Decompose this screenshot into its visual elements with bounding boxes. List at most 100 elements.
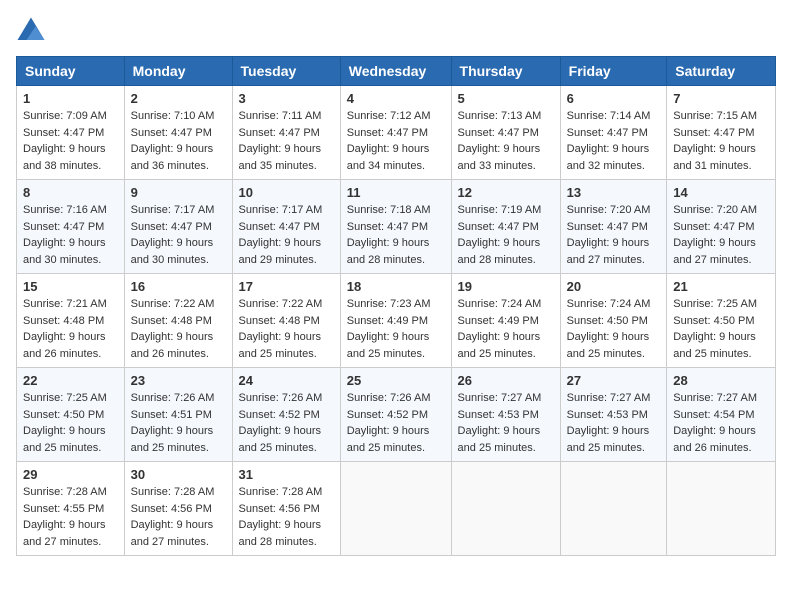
day-number: 15 [23, 279, 118, 294]
day-number: 3 [239, 91, 334, 106]
calendar-cell: 2 Sunrise: 7:10 AM Sunset: 4:47 PM Dayli… [124, 86, 232, 180]
day-number: 5 [458, 91, 554, 106]
day-number: 19 [458, 279, 554, 294]
day-info: Sunrise: 7:28 AM Sunset: 4:56 PM Dayligh… [239, 484, 334, 550]
day-number: 1 [23, 91, 118, 106]
calendar-cell: 21 Sunrise: 7:25 AM Sunset: 4:50 PM Dayl… [667, 274, 776, 368]
day-info: Sunrise: 7:24 AM Sunset: 4:50 PM Dayligh… [567, 296, 661, 362]
calendar-cell: 15 Sunrise: 7:21 AM Sunset: 4:48 PM Dayl… [17, 274, 125, 368]
calendar-cell: 16 Sunrise: 7:22 AM Sunset: 4:48 PM Dayl… [124, 274, 232, 368]
calendar-header-row: SundayMondayTuesdayWednesdayThursdayFrid… [17, 57, 776, 86]
day-info: Sunrise: 7:26 AM Sunset: 4:52 PM Dayligh… [347, 390, 445, 456]
calendar-week-3: 15 Sunrise: 7:21 AM Sunset: 4:48 PM Dayl… [17, 274, 776, 368]
day-number: 17 [239, 279, 334, 294]
day-number: 31 [239, 467, 334, 482]
day-number: 21 [673, 279, 769, 294]
calendar-cell: 22 Sunrise: 7:25 AM Sunset: 4:50 PM Dayl… [17, 368, 125, 462]
col-header-sunday: Sunday [17, 57, 125, 86]
col-header-friday: Friday [560, 57, 667, 86]
day-info: Sunrise: 7:28 AM Sunset: 4:55 PM Dayligh… [23, 484, 118, 550]
calendar-cell: 20 Sunrise: 7:24 AM Sunset: 4:50 PM Dayl… [560, 274, 667, 368]
calendar-cell: 25 Sunrise: 7:26 AM Sunset: 4:52 PM Dayl… [340, 368, 451, 462]
day-number: 25 [347, 373, 445, 388]
day-number: 7 [673, 91, 769, 106]
day-info: Sunrise: 7:27 AM Sunset: 4:53 PM Dayligh… [567, 390, 661, 456]
day-info: Sunrise: 7:20 AM Sunset: 4:47 PM Dayligh… [567, 202, 661, 268]
day-info: Sunrise: 7:27 AM Sunset: 4:54 PM Dayligh… [673, 390, 769, 456]
col-header-saturday: Saturday [667, 57, 776, 86]
logo-icon [16, 16, 46, 46]
day-info: Sunrise: 7:25 AM Sunset: 4:50 PM Dayligh… [23, 390, 118, 456]
day-info: Sunrise: 7:17 AM Sunset: 4:47 PM Dayligh… [239, 202, 334, 268]
day-info: Sunrise: 7:22 AM Sunset: 4:48 PM Dayligh… [239, 296, 334, 362]
col-header-thursday: Thursday [451, 57, 560, 86]
calendar-cell [560, 462, 667, 556]
calendar-cell: 24 Sunrise: 7:26 AM Sunset: 4:52 PM Dayl… [232, 368, 340, 462]
day-number: 12 [458, 185, 554, 200]
day-number: 23 [131, 373, 226, 388]
day-info: Sunrise: 7:22 AM Sunset: 4:48 PM Dayligh… [131, 296, 226, 362]
day-number: 28 [673, 373, 769, 388]
day-number: 4 [347, 91, 445, 106]
logo [16, 16, 50, 46]
day-info: Sunrise: 7:28 AM Sunset: 4:56 PM Dayligh… [131, 484, 226, 550]
calendar-cell: 31 Sunrise: 7:28 AM Sunset: 4:56 PM Dayl… [232, 462, 340, 556]
day-number: 18 [347, 279, 445, 294]
day-number: 9 [131, 185, 226, 200]
calendar-cell: 27 Sunrise: 7:27 AM Sunset: 4:53 PM Dayl… [560, 368, 667, 462]
calendar-week-4: 22 Sunrise: 7:25 AM Sunset: 4:50 PM Dayl… [17, 368, 776, 462]
day-number: 22 [23, 373, 118, 388]
calendar-cell [451, 462, 560, 556]
calendar-cell: 5 Sunrise: 7:13 AM Sunset: 4:47 PM Dayli… [451, 86, 560, 180]
day-info: Sunrise: 7:13 AM Sunset: 4:47 PM Dayligh… [458, 108, 554, 174]
day-number: 14 [673, 185, 769, 200]
calendar-cell: 4 Sunrise: 7:12 AM Sunset: 4:47 PM Dayli… [340, 86, 451, 180]
calendar-table: SundayMondayTuesdayWednesdayThursdayFrid… [16, 56, 776, 556]
calendar-cell [667, 462, 776, 556]
calendar-cell: 11 Sunrise: 7:18 AM Sunset: 4:47 PM Dayl… [340, 180, 451, 274]
day-number: 26 [458, 373, 554, 388]
calendar-cell: 29 Sunrise: 7:28 AM Sunset: 4:55 PM Dayl… [17, 462, 125, 556]
day-info: Sunrise: 7:18 AM Sunset: 4:47 PM Dayligh… [347, 202, 445, 268]
calendar-week-1: 1 Sunrise: 7:09 AM Sunset: 4:47 PM Dayli… [17, 86, 776, 180]
day-info: Sunrise: 7:25 AM Sunset: 4:50 PM Dayligh… [673, 296, 769, 362]
day-info: Sunrise: 7:26 AM Sunset: 4:51 PM Dayligh… [131, 390, 226, 456]
day-number: 29 [23, 467, 118, 482]
page-header [16, 16, 776, 46]
calendar-week-5: 29 Sunrise: 7:28 AM Sunset: 4:55 PM Dayl… [17, 462, 776, 556]
day-info: Sunrise: 7:17 AM Sunset: 4:47 PM Dayligh… [131, 202, 226, 268]
day-info: Sunrise: 7:09 AM Sunset: 4:47 PM Dayligh… [23, 108, 118, 174]
day-number: 16 [131, 279, 226, 294]
day-number: 11 [347, 185, 445, 200]
day-info: Sunrise: 7:10 AM Sunset: 4:47 PM Dayligh… [131, 108, 226, 174]
day-info: Sunrise: 7:15 AM Sunset: 4:47 PM Dayligh… [673, 108, 769, 174]
calendar-cell: 9 Sunrise: 7:17 AM Sunset: 4:47 PM Dayli… [124, 180, 232, 274]
calendar-cell: 6 Sunrise: 7:14 AM Sunset: 4:47 PM Dayli… [560, 86, 667, 180]
day-info: Sunrise: 7:20 AM Sunset: 4:47 PM Dayligh… [673, 202, 769, 268]
calendar-cell: 3 Sunrise: 7:11 AM Sunset: 4:47 PM Dayli… [232, 86, 340, 180]
day-info: Sunrise: 7:24 AM Sunset: 4:49 PM Dayligh… [458, 296, 554, 362]
day-number: 24 [239, 373, 334, 388]
calendar-cell: 7 Sunrise: 7:15 AM Sunset: 4:47 PM Dayli… [667, 86, 776, 180]
col-header-tuesday: Tuesday [232, 57, 340, 86]
day-info: Sunrise: 7:11 AM Sunset: 4:47 PM Dayligh… [239, 108, 334, 174]
calendar-week-2: 8 Sunrise: 7:16 AM Sunset: 4:47 PM Dayli… [17, 180, 776, 274]
day-number: 20 [567, 279, 661, 294]
day-number: 13 [567, 185, 661, 200]
calendar-cell: 30 Sunrise: 7:28 AM Sunset: 4:56 PM Dayl… [124, 462, 232, 556]
calendar-cell: 1 Sunrise: 7:09 AM Sunset: 4:47 PM Dayli… [17, 86, 125, 180]
calendar-cell: 8 Sunrise: 7:16 AM Sunset: 4:47 PM Dayli… [17, 180, 125, 274]
day-info: Sunrise: 7:23 AM Sunset: 4:49 PM Dayligh… [347, 296, 445, 362]
day-info: Sunrise: 7:16 AM Sunset: 4:47 PM Dayligh… [23, 202, 118, 268]
calendar-cell: 17 Sunrise: 7:22 AM Sunset: 4:48 PM Dayl… [232, 274, 340, 368]
calendar-cell: 14 Sunrise: 7:20 AM Sunset: 4:47 PM Dayl… [667, 180, 776, 274]
calendar-cell: 23 Sunrise: 7:26 AM Sunset: 4:51 PM Dayl… [124, 368, 232, 462]
day-number: 30 [131, 467, 226, 482]
calendar-cell: 12 Sunrise: 7:19 AM Sunset: 4:47 PM Dayl… [451, 180, 560, 274]
day-number: 8 [23, 185, 118, 200]
calendar-cell: 13 Sunrise: 7:20 AM Sunset: 4:47 PM Dayl… [560, 180, 667, 274]
col-header-wednesday: Wednesday [340, 57, 451, 86]
calendar-cell: 10 Sunrise: 7:17 AM Sunset: 4:47 PM Dayl… [232, 180, 340, 274]
day-number: 6 [567, 91, 661, 106]
day-info: Sunrise: 7:27 AM Sunset: 4:53 PM Dayligh… [458, 390, 554, 456]
